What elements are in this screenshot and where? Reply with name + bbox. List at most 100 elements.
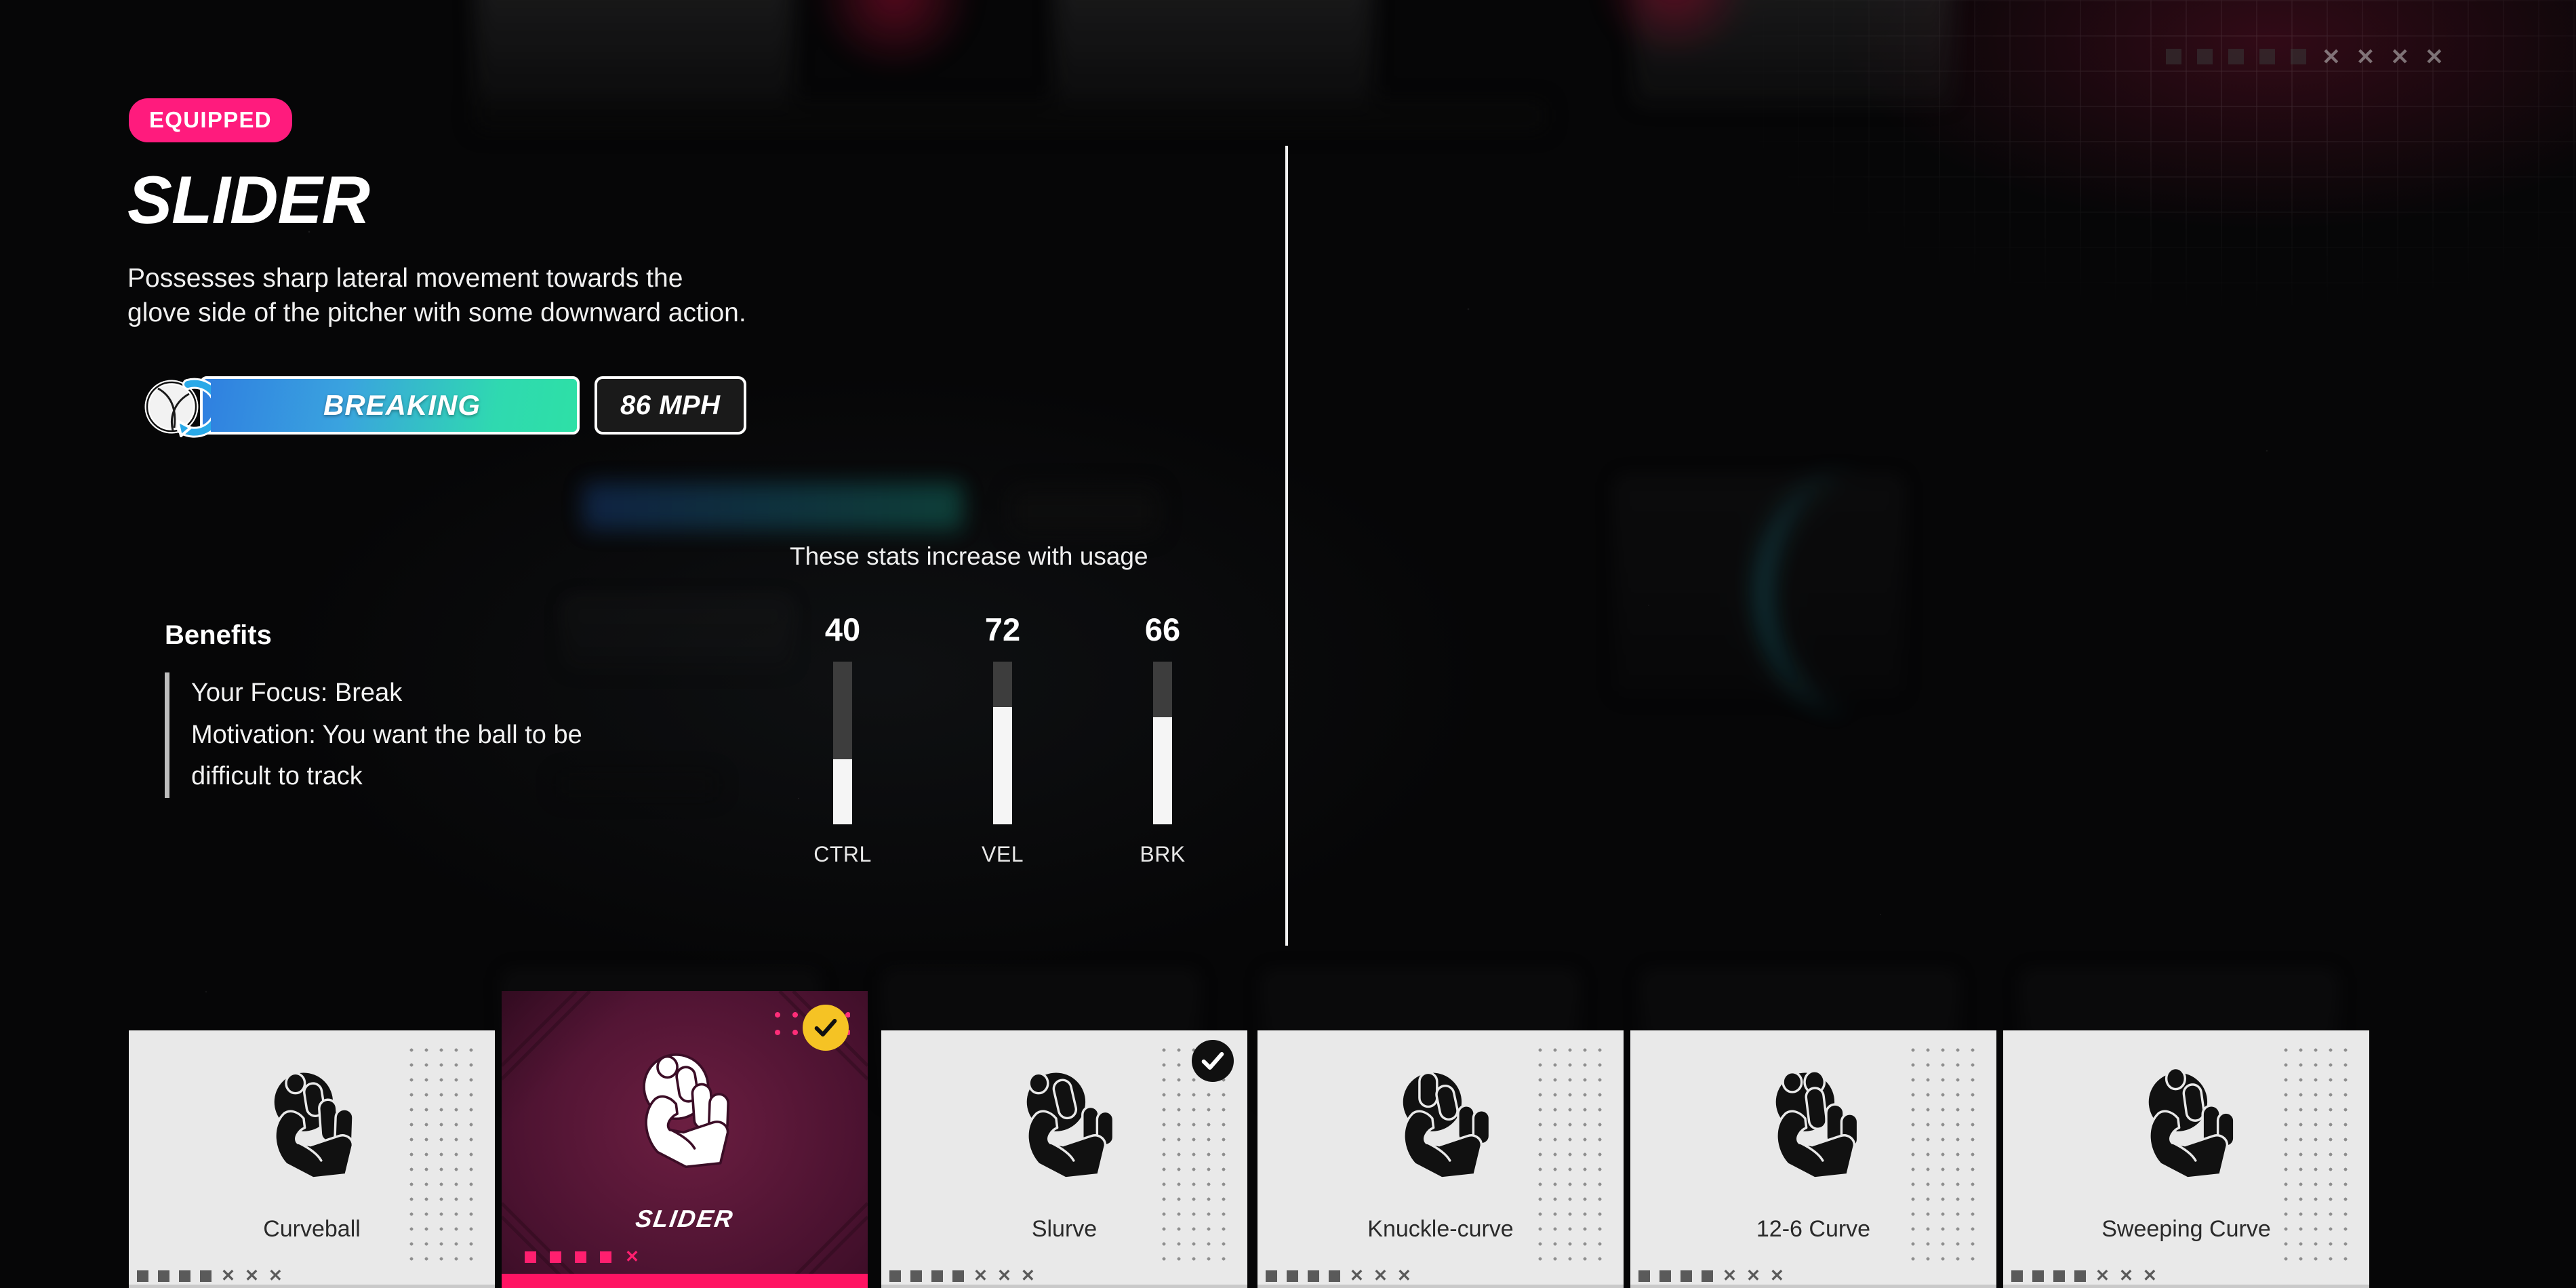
card-level-pip-empty: ✕ [997,1266,1011,1285]
card-label: Slurve [1031,1216,1098,1242]
card-level-pip-empty: ✕ [1020,1266,1035,1285]
card-level-pip-filled [931,1270,943,1282]
benefits-accent-bar [165,672,169,798]
card-level-pip-filled [952,1270,964,1282]
card-level-pips: ✕ ✕ ✕ [1266,1266,1411,1285]
card-level-pip-filled [1266,1270,1277,1282]
benefits-heading: Benefits [165,620,272,650]
card-level-pip-filled [889,1270,901,1282]
card-level-pip-filled [910,1270,922,1282]
check-icon [1192,1040,1234,1082]
stat-value: 40 [824,611,861,647]
card-label: Curveball [263,1216,361,1242]
card-level-pip-filled [525,1251,536,1263]
spinning-baseball-icon [139,369,224,441]
card-level-pip-filled [2032,1270,2044,1282]
stat-label: CTRL [813,842,872,866]
pitch-card-curveball[interactable]: Curveball ✕ ✕ ✕ [129,1030,495,1288]
card-underline-bar [881,1285,1247,1288]
card-level-pip-filled [1308,1270,1319,1282]
stat-bar-fill [1153,717,1172,824]
card-level-pip-filled [1702,1270,1713,1282]
card-level-pips: ✕ ✕ ✕ [2011,1266,2157,1285]
stat-vel: 72 VEL [973,613,1032,867]
stat-label: BRK [1140,842,1186,866]
card-underline-bar [129,1285,495,1288]
card-level-pip-filled [2011,1270,2023,1282]
stat-bar-track [833,662,852,824]
card-level-pips: ✕ ✕ ✕ [137,1266,283,1285]
page-title: SLIDER [127,162,370,237]
card-label: 12-6 Curve [1756,1216,1871,1242]
card-level-pip-filled [1329,1270,1340,1282]
grip-slider-icon [617,1040,752,1175]
card-level-pips: ✕ ✕ ✕ [889,1266,1035,1285]
grip-knuckle-curve-icon [1376,1058,1505,1186]
card-level-pip-filled [2074,1270,2086,1282]
card-level-pip-filled [1287,1270,1298,1282]
pitch-stats-group: 40 CTRL 72 VEL 66 BRK [813,613,1192,867]
benefits-body: Your Focus: Break Motivation: You want t… [191,679,582,791]
stat-bar-fill [833,759,852,824]
stat-bar-track [1153,662,1172,824]
grip-curveball-icon [247,1058,376,1186]
pitch-detail-panel-right: SLIDER Possesses sharp lateral movement … [1288,0,2576,949]
card-level-pip-filled [1638,1270,1650,1282]
stats-usage-note: These stats increase with usage [790,542,1148,570]
card-level-pip-empty: ✕ [244,1266,259,1285]
card-level-pip-empty: ✕ [1350,1266,1364,1285]
pitch-card-knuckle-curve[interactable]: Knuckle-curve ✕ ✕ ✕ [1257,1030,1624,1288]
card-level-pip-empty: ✕ [268,1266,283,1285]
card-label: Sweeping Curve [2101,1216,2271,1242]
card-level-pip-empty: ✕ [1769,1266,1784,1285]
card-level-pip-empty: ✕ [1746,1266,1760,1285]
card-label: Knuckle-curve [1367,1216,1514,1242]
card-level-pip-filled [2053,1270,2065,1282]
card-underline-bar [2003,1285,2369,1288]
card-level-pips: ✕ ✕ ✕ [1638,1266,1784,1285]
card-level-pip-empty: ✕ [973,1266,988,1285]
card-level-pip-filled [200,1270,212,1282]
card-level-pip-empty: ✕ [1723,1266,1737,1285]
card-underline-bar [502,1274,868,1288]
pitch-carousel[interactable]: Curveball ✕ ✕ ✕ SLIDER ✕ Slurve ✕ ✕ ✕ Knuckle-c… [0,949,2576,1288]
card-level-pip-filled [600,1251,611,1263]
stat-ctrl: 40 CTRL [813,613,872,867]
grip-12-6-curve-icon [1749,1058,1878,1186]
grip-sweeping-curve-icon [2122,1058,2251,1186]
card-level-pip-filled [158,1270,169,1282]
card-level-pip-filled [137,1270,148,1282]
card-level-pip-empty: ✕ [2095,1266,2110,1285]
pitch-speed-badge: 86 MPH [595,376,746,435]
pitch-type-row: BREAKING 86 MPH [139,369,746,441]
pitch-description: Possesses sharp lateral movement towards… [127,264,746,328]
card-level-pip-filled [550,1251,561,1263]
stat-value: 72 [984,611,1021,647]
stat-value: 66 [1144,611,1181,647]
check-icon [803,1005,849,1051]
card-level-pip-filled [575,1251,586,1263]
card-level-pip-empty: ✕ [221,1266,235,1285]
pitch-selection-screen: ✕ ✕ ✕ ✕ EQUIPPED SLIDER Possesses sharp lat… [0,0,2576,1288]
pitch-speed-label: 86 MPH [620,390,721,420]
pitch-card-12-6-curve[interactable]: 12-6 Curve ✕ ✕ ✕ [1630,1030,1996,1288]
stat-bar-fill [993,707,1012,824]
card-level-pip-empty: ✕ [2142,1266,2157,1285]
pitch-card-slurve[interactable]: Slurve ✕ ✕ ✕ [881,1030,1247,1288]
pitch-card-sweeping-curve[interactable]: Sweeping Curve ✕ ✕ ✕ [2003,1030,2369,1288]
card-underline-bar [1257,1285,1624,1288]
pitch-type-label: BREAKING [323,389,481,421]
card-level-pip-filled [1681,1270,1692,1282]
benefits-list: Your Focus: Break Motivation: You want t… [165,672,582,798]
pitch-card-slider[interactable]: SLIDER ✕ [502,991,868,1288]
card-level-pip-filled [1659,1270,1671,1282]
carousel-track: Curveball ✕ ✕ ✕ SLIDER ✕ Slurve ✕ ✕ ✕ Knuckle-c… [0,949,2576,1288]
card-level-pip-empty: ✕ [1396,1266,1411,1285]
card-level-pip-empty: ✕ [625,1247,639,1266]
benefits-section: Benefits Your Focus: Break Motivation: Y… [165,620,582,798]
stat-bar-track [993,662,1012,824]
card-level-pip-empty: ✕ [2118,1266,2133,1285]
pitch-detail-panel-left: EQUIPPED SLIDER Possesses sharp lateral … [0,0,1288,949]
grip-slurve-icon [1000,1058,1129,1186]
stat-label: VEL [982,842,1024,866]
